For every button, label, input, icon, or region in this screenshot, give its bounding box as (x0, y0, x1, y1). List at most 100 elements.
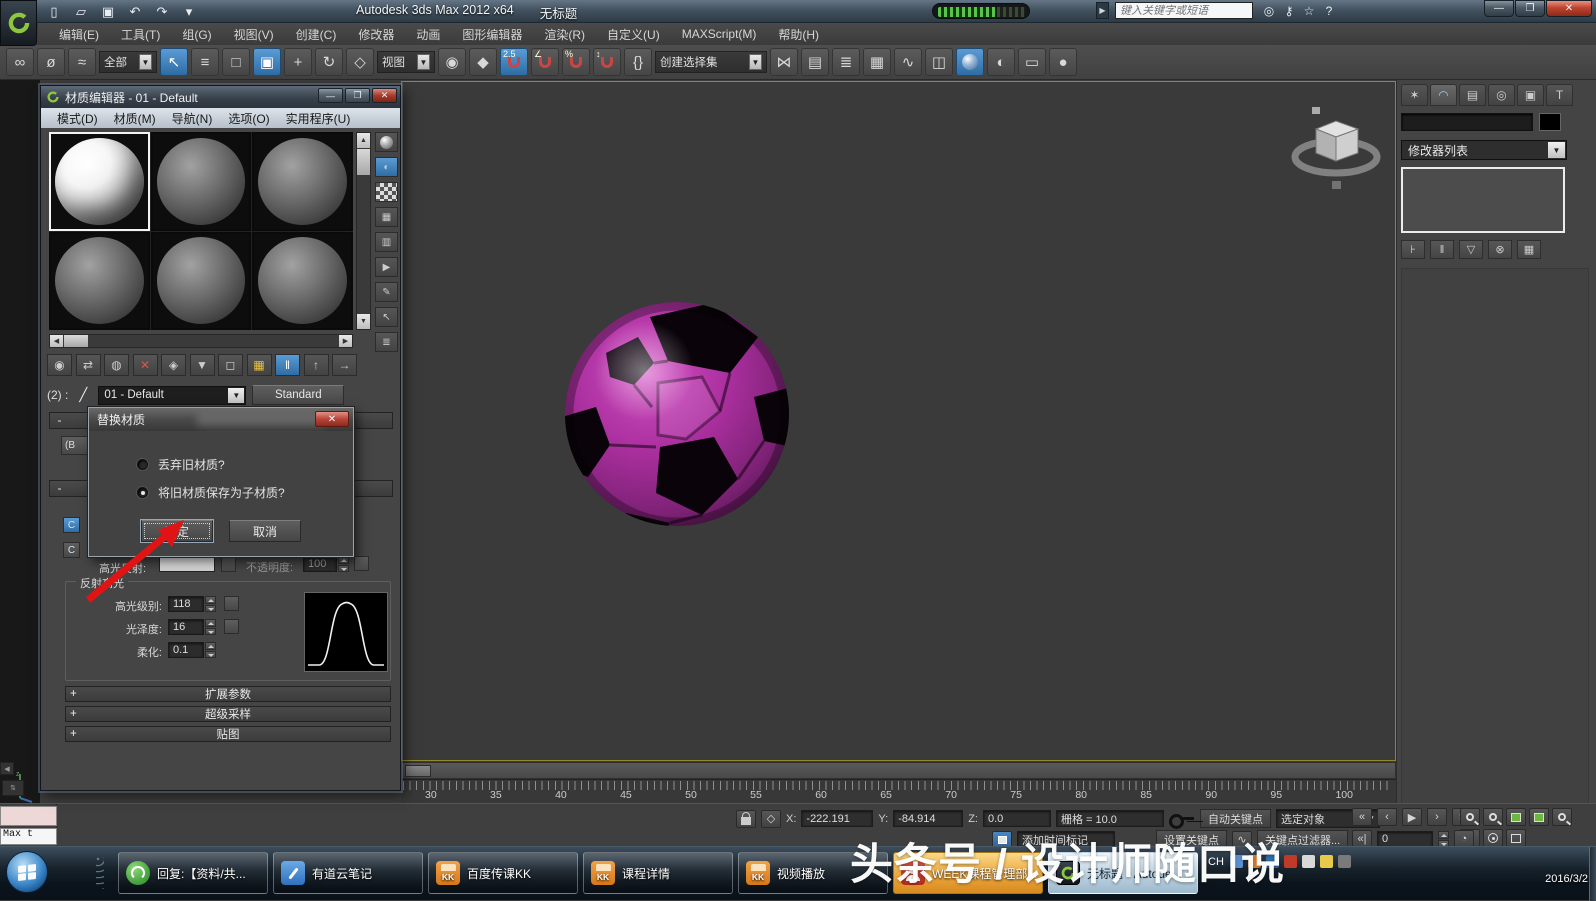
mirror-icon[interactable]: ⋈ (770, 48, 798, 76)
y-coordinate-field[interactable]: -84.914 (893, 810, 964, 827)
menu-item-1[interactable]: 工具(T) (110, 23, 171, 46)
search-input[interactable] (1115, 2, 1253, 19)
material-name-dropdown[interactable]: 01 - Default ▼ (98, 385, 247, 405)
minimize-button[interactable]: — (318, 88, 343, 103)
orbit-viewport-button[interactable] (1483, 829, 1503, 847)
render-production-icon[interactable]: ● (1049, 48, 1077, 76)
sample-slot-1[interactable] (49, 132, 150, 231)
sample-slot-4[interactable] (49, 231, 150, 330)
sample-slot-6[interactable] (252, 231, 353, 330)
select-and-manipulate-icon[interactable]: ◆ (469, 48, 497, 76)
param-value-field[interactable]: 118 (168, 596, 204, 612)
tray-volume-icon[interactable] (1283, 855, 1297, 868)
z-coordinate-field[interactable]: 0.0 (982, 810, 1051, 827)
menu-item-2[interactable]: 组(G) (171, 23, 222, 46)
scrollbar-thumb[interactable] (64, 335, 88, 347)
rollout-1[interactable]: + 超级采样 (65, 706, 391, 722)
sample-slot-2[interactable] (150, 132, 252, 231)
taskbar-item-0[interactable]: 回复:【资料/共... (118, 852, 268, 894)
select-and-link-icon[interactable]: ∞ (6, 48, 34, 76)
go-forward-to-sibling-icon[interactable]: → (332, 354, 357, 376)
sample-type-sphere-icon[interactable] (375, 132, 398, 152)
named-selection-dropdown[interactable]: 创建选择集 ▼ (655, 51, 767, 73)
mat-editor-menu-3[interactable]: 选项(O) (220, 108, 277, 129)
tray-notes-icon[interactable] (1265, 855, 1279, 868)
scroll-up-arrow[interactable]: ▲ (357, 133, 370, 148)
backlight-icon[interactable]: ◐ (375, 157, 398, 177)
menu-item-11[interactable]: 帮助(H) (767, 23, 830, 46)
save-file-icon[interactable]: ▣ (98, 3, 118, 21)
taskbar-item-1[interactable]: 有道云笔记 (273, 852, 423, 894)
video-color-check-icon[interactable]: ▥ (375, 232, 398, 252)
select-and-move-icon[interactable]: + (284, 48, 312, 76)
remove-modifier-icon[interactable]: ⊗ (1488, 240, 1512, 259)
sample-uv-tiling-icon[interactable]: ▦ (375, 207, 398, 227)
next-frame-button[interactable]: › (1427, 808, 1447, 826)
dialog-titlebar[interactable]: 替换材质 ✕ (89, 408, 353, 431)
taskbar-item-6[interactable]: 无标题 - Autode... (1048, 852, 1198, 894)
scroll-right-arrow[interactable]: ▶ (339, 335, 352, 347)
param-map-button[interactable] (224, 596, 239, 611)
pin-stack-icon[interactable]: ⊦ (1401, 240, 1425, 259)
tray-network-icon[interactable] (1229, 855, 1243, 868)
tray-update-icon[interactable] (1319, 855, 1333, 868)
soccer-ball-object[interactable] (562, 299, 792, 532)
spinner-snap-toggle-icon[interactable]: ↕ (593, 48, 621, 76)
radio-button[interactable] (137, 459, 148, 470)
new-file-icon[interactable]: ▯ (44, 3, 64, 21)
modifier-stack-list[interactable] (1401, 167, 1565, 233)
scroll-left-arrow[interactable]: ◀ (50, 335, 63, 347)
specular-color-swatch[interactable] (159, 557, 215, 572)
mat-editor-menu-4[interactable]: 实用程序(U) (278, 108, 359, 129)
tray-misc-icon[interactable] (1337, 855, 1351, 868)
close-button[interactable]: ✕ (372, 88, 397, 103)
minimize-window-button[interactable]: — (1484, 0, 1514, 17)
unlink-selection-icon[interactable]: ø (37, 48, 65, 76)
pick-material-eyedropper[interactable]: ╱ (74, 386, 92, 404)
opacity-map-button[interactable] (354, 556, 369, 571)
menu-item-9[interactable]: 自定义(U) (596, 23, 671, 46)
open-file-icon[interactable]: ▱ (71, 3, 91, 21)
get-material-icon[interactable]: ◉ (47, 354, 72, 376)
assign-material-to-selection-icon[interactable]: ◍ (104, 354, 129, 376)
zoom-extents-button[interactable] (1506, 808, 1526, 826)
material-map-navigator-icon[interactable]: ≣ (375, 332, 398, 352)
layer-manager-icon[interactable]: ≣ (832, 48, 860, 76)
redo-icon[interactable]: ↷ (152, 3, 172, 21)
slots-vertical-scrollbar[interactable]: ▲ ▼ (356, 132, 371, 330)
taskbar-item-5[interactable]: WEEK课程管理部... (893, 852, 1043, 894)
slots-horizontal-scrollbar[interactable]: ◀ ▶ (49, 334, 353, 348)
zoom-extents-all-button[interactable] (1529, 808, 1549, 826)
material-id-channel-icon[interactable]: ◻ (218, 354, 243, 376)
object-color-swatch[interactable] (1539, 113, 1561, 131)
percent-snap-toggle-icon[interactable]: % (562, 48, 590, 76)
go-to-start-button[interactable]: « (1352, 808, 1372, 826)
scrollbar-thumb[interactable] (357, 149, 370, 175)
opacity-spinner[interactable] (338, 556, 349, 572)
radio-button[interactable] (137, 487, 148, 498)
menu-item-5[interactable]: 修改器 (347, 23, 405, 46)
time-slider-handle[interactable] (405, 765, 431, 777)
ambient-diffuse-lock-button[interactable]: C (63, 517, 80, 533)
modifier-list-dropdown[interactable]: 修改器列表 ▼ (1401, 140, 1567, 160)
tray-app-orange-icon[interactable] (1247, 855, 1261, 868)
param-value-field[interactable]: 16 (168, 619, 204, 635)
mat-editor-menu-2[interactable]: 导航(N) (164, 108, 221, 129)
configure-modifier-sets-icon[interactable]: ▦ (1517, 240, 1541, 259)
taskbar-item-3[interactable]: KK 课程详情 (583, 852, 733, 894)
mat-editor-menu-0[interactable]: 模式(D) (49, 108, 106, 129)
reset-map-icon[interactable]: ✕ (132, 354, 158, 376)
rendered-frame-window-icon[interactable]: ▭ (1018, 48, 1046, 76)
put-to-library-icon[interactable]: ▼ (189, 354, 215, 376)
application-menu-button[interactable] (0, 0, 37, 46)
menu-item-6[interactable]: 动画 (405, 23, 451, 46)
track-bar[interactable]: 30 35 40 45 50 55 60 65 70 75 80 85 90 95 100 (401, 779, 1396, 803)
put-material-to-scene-icon[interactable]: ⇄ (75, 354, 101, 376)
tray-input-icon[interactable] (1301, 855, 1315, 868)
zoom-all-button[interactable] (1483, 808, 1503, 826)
use-pivot-point-center-icon[interactable]: ◉ (438, 48, 466, 76)
dialog-close-button[interactable]: ✕ (315, 411, 349, 427)
menu-item-8[interactable]: 渲染(R) (533, 23, 596, 46)
material-type-button[interactable]: Standard (252, 385, 345, 405)
shader-type-dropdown-clipped[interactable]: (B (61, 436, 88, 455)
